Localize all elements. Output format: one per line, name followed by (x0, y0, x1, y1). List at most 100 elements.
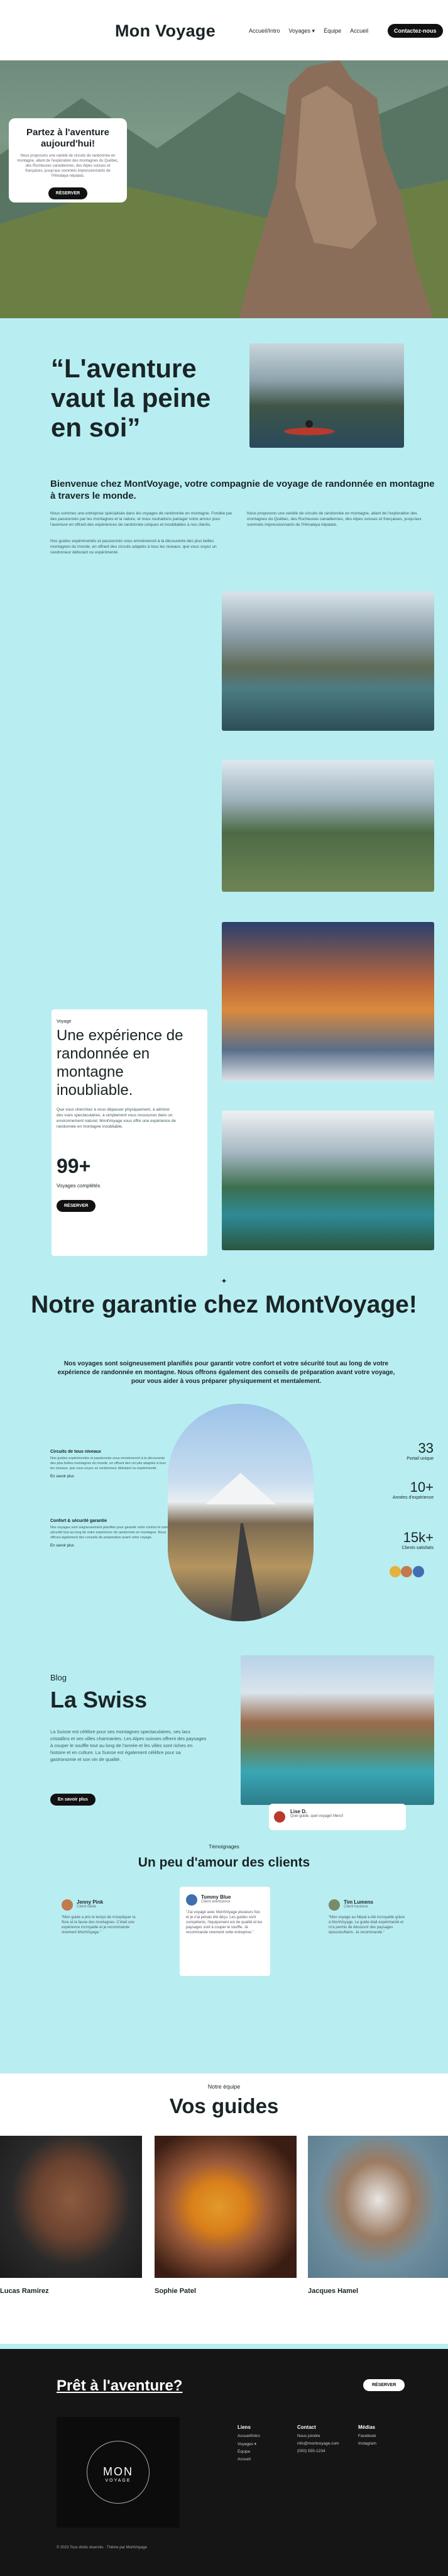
stat-years: 10+ Années d'expérience (358, 1479, 434, 1500)
avatar (329, 1899, 340, 1911)
testimonial-text: “Mon guide a pris le temps de m'explique… (62, 1916, 136, 1935)
guide-name: Lucas Ramirez (0, 2287, 49, 2295)
guarantee-title: Notre garantie chez MontVoyage! (31, 1291, 417, 1318)
testimonial-text: “J'ai voyagé avec MontVoyage plusieurs f… (186, 1911, 263, 1935)
footer-media-link[interactable]: Instagram (358, 2441, 376, 2446)
blog-label: Blog (50, 1673, 67, 1682)
stat-years-value: 10+ (410, 1479, 434, 1495)
hiker-lake-photo (222, 1111, 434, 1250)
footer-link[interactable]: Accueil/Intro (238, 2434, 260, 2438)
campsite-photo (222, 922, 434, 1082)
avatar (186, 1894, 197, 1906)
blog-title: La Swiss (50, 1687, 148, 1713)
footer-contact-item[interactable]: Nous joindre (297, 2434, 339, 2438)
testimonials-label: Témoignages (209, 1844, 239, 1850)
swiss-town-photo (241, 1655, 434, 1805)
footer: Prêt à l'aventure? RÉSERVER MON VOYAGE L… (0, 2349, 448, 2576)
intro-column-1b: Nos guides expérimentés et passionnés vo… (50, 539, 217, 555)
contact-button[interactable]: Contactez-nous (388, 24, 443, 38)
footer-contact-item[interactable]: info@montvoyage.com (297, 2441, 339, 2446)
feature-levels: Circuits de tous niveaux Nos guides expé… (50, 1450, 170, 1479)
footer-contact: Contact Nous joindre info@montvoyage.com… (297, 2424, 339, 2457)
experience-text: Que vous cherchiez à vous dépasser physi… (57, 1108, 176, 1129)
valley-road-photo (222, 760, 434, 892)
footer-media-title: Médias (358, 2424, 376, 2430)
footer-link[interactable]: Voyages ▾ (238, 2441, 260, 2446)
blog-more-button[interactable]: En savoir plus (50, 1794, 96, 1806)
footer-logo-line1: MON (103, 2465, 133, 2478)
stat-portal-value: 33 (418, 1440, 434, 1456)
footer-link[interactable]: Accueil (238, 2457, 260, 2462)
intro-column-2: Nous proposons une variété de circuits d… (247, 511, 422, 527)
blog-text: La Suisse est célèbre pour ses montagnes… (50, 1729, 207, 1762)
stat-clients-label: Clients satisfaits (402, 1546, 434, 1550)
experience-title: Une expérience de randonnée en montagne … (57, 1027, 183, 1099)
lake-photo (222, 591, 434, 731)
guide-photo-jacques (308, 2136, 448, 2278)
testimonial-name: Tim Lumens (344, 1899, 373, 1905)
testimonial-role: Client fidèle (77, 1905, 97, 1909)
testimonial-role: Client aventureux (201, 1900, 231, 1904)
toast-name: Lise D. (290, 1809, 307, 1814)
footer-media: Médias Facebook Instagram (358, 2424, 376, 2449)
testimonial-card: Tim Lumens Client heureux “Mon voyage au… (322, 1892, 413, 1943)
nav-links: Accueil/Intro Voyages ▾ Équipe Accueil (249, 28, 368, 35)
testimonial-text: “Mon voyage au Népal a été incroyable gr… (329, 1916, 405, 1935)
review-toast: Lise D. Quel guide, quel voyage! Merci! (269, 1804, 406, 1830)
experience-label: Voyage (57, 1019, 72, 1024)
intro-column-1a: Nous sommes une entreprise spécialisée d… (50, 511, 232, 527)
experience-card: Voyage Une expérience de randonnée en mo… (52, 1009, 207, 1256)
star-icon: ✦ (221, 1277, 227, 1285)
nav-link-voyages[interactable]: Voyages ▾ (289, 28, 315, 35)
feature-levels-title: Circuits de tous niveaux (50, 1450, 101, 1454)
hero-title: Partez à l'aventure aujourd'hui! (26, 127, 109, 149)
trips-count: 99+ (57, 1155, 91, 1177)
footer-contact-item: (000) 555-1234 (297, 2449, 325, 2453)
nav-link-accueil[interactable]: Accueil/Intro (249, 28, 280, 35)
footer-media-link[interactable]: Facebook (358, 2434, 376, 2438)
footer-contact-title: Contact (297, 2424, 316, 2430)
road-volcano-photo (168, 1404, 314, 1621)
nav-link-accueil-2[interactable]: Accueil (350, 28, 368, 35)
footer-link[interactable]: Équipe (238, 2450, 260, 2454)
hero-reserve-button[interactable]: RÉSERVER (48, 187, 88, 199)
guides-label: Notre équipe (207, 2084, 241, 2090)
top-navbar: Mon Voyage Accueil/Intro Voyages ▾ Équip… (0, 0, 448, 60)
feature-safety-title: Confort & sécurité garantie (50, 1519, 107, 1523)
footer-links-title: Liens (238, 2424, 251, 2430)
hero-text: Nous proposons une variété de circuits d… (17, 154, 119, 178)
footer-logo: MON VOYAGE (87, 2441, 150, 2504)
client-avatars (390, 1566, 424, 1577)
feature-safety: Confort & sécurité garantie Nos voyages … (50, 1519, 170, 1548)
stat-years-label: Années d'expérience (392, 1496, 434, 1500)
testimonial-name: Jenny Pink (77, 1899, 104, 1905)
guarantee-text: Nos voyages sont soigneusement planifiés… (57, 1360, 395, 1385)
hero-section: Partez à l'aventure aujourd'hui! Nous pr… (0, 60, 448, 318)
guide-photo-lucas (0, 2136, 142, 2278)
footer-reserve-button[interactable]: RÉSERVER (363, 2379, 405, 2391)
avatar (62, 1899, 73, 1911)
toast-text: Quel guide, quel voyage! Merci! (290, 1814, 344, 1818)
stat-portal: 33 Portail unique (358, 1440, 434, 1461)
trips-label: Voyages complétés (57, 1183, 101, 1189)
nav-link-equipe[interactable]: Équipe (324, 28, 341, 35)
feature-safety-text: Nos voyages sont soigneusement planifiés… (50, 1526, 169, 1540)
stat-clients-value: 15k+ (403, 1530, 434, 1545)
avatar (390, 1566, 401, 1577)
footer-copyright: © 2023 Tous droits réservés · Thème par … (57, 2546, 147, 2550)
intro-quote: “L'aventure vaut la peine en soi” (51, 353, 211, 442)
avatar (401, 1566, 413, 1577)
feature-levels-link[interactable]: En savoir plus (50, 1475, 170, 1479)
stat-clients: 15k+ Clients satisfaits (358, 1530, 434, 1550)
guide-name: Sophie Patel (155, 2287, 197, 2295)
experience-reserve-button[interactable]: RÉSERVER (57, 1200, 96, 1212)
footer-logo-line2: VOYAGE (105, 2479, 131, 2483)
feature-safety-link[interactable]: En savoir plus (50, 1544, 170, 1548)
intro-heading: Bienvenue chez MontVoyage, votre compagn… (50, 479, 435, 501)
testimonial-card: Tommy Blue Client aventureux “J'ai voyag… (180, 1887, 270, 1976)
testimonials-title: Un peu d'amour des clients (138, 1855, 310, 1870)
toast-avatar (274, 1811, 285, 1823)
guide-name: Jacques Hamel (308, 2287, 359, 2295)
site-logo[interactable]: Mon Voyage (115, 21, 216, 41)
footer-cta: Prêt à l'aventure? (57, 2377, 183, 2394)
